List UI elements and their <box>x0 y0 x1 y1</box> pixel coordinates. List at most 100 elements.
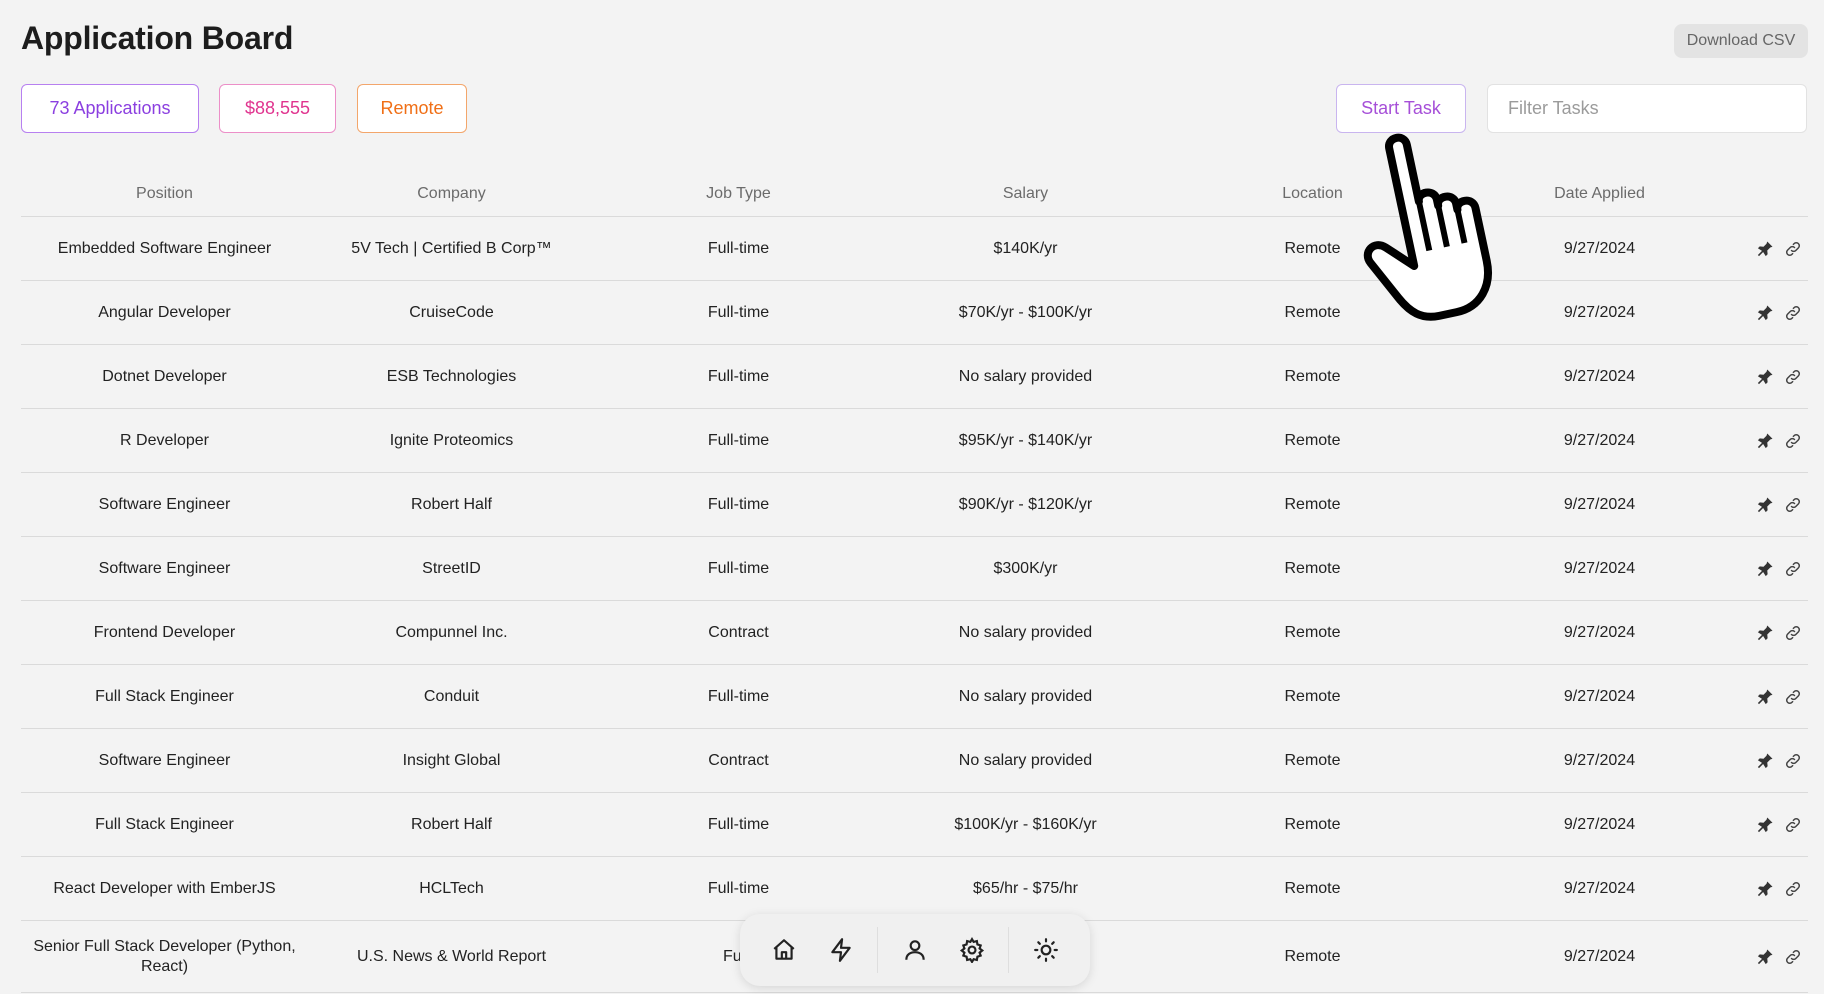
cell-job-type: Full-time <box>707 687 770 705</box>
filter-tasks-input[interactable] <box>1487 84 1807 133</box>
pin-icon[interactable] <box>1756 240 1774 258</box>
link-icon[interactable] <box>1784 240 1802 258</box>
cell-company: ESB Technologies <box>386 367 517 385</box>
location-badge[interactable]: Remote <box>357 84 467 133</box>
cell-date-applied: 9/27/2024 <box>1563 431 1636 449</box>
cell-position: Frontend Developer <box>93 623 236 641</box>
column-header-job-type[interactable]: Job Type <box>595 184 882 204</box>
applications-count-badge[interactable]: 73 Applications <box>21 84 199 133</box>
cell-date-applied: 9/27/2024 <box>1563 495 1636 513</box>
average-salary-badge[interactable]: $88,555 <box>219 84 336 133</box>
table-row[interactable]: Software Engineer Robert Half Full-time $90… <box>21 473 1808 537</box>
cell-salary: $70K/yr - $100K/yr <box>958 303 1093 321</box>
column-header-position[interactable]: Position <box>21 184 308 204</box>
cell-location: Remote <box>1284 559 1341 577</box>
cell-date-applied: 9/27/2024 <box>1563 751 1636 769</box>
link-icon[interactable] <box>1784 688 1802 706</box>
pin-icon[interactable] <box>1756 368 1774 386</box>
column-header-company[interactable]: Company <box>308 184 595 204</box>
page-title: Application Board <box>21 20 294 56</box>
cell-salary: No salary provided <box>958 687 1093 705</box>
cell-company: HCLTech <box>419 879 484 897</box>
pin-icon[interactable] <box>1756 304 1774 322</box>
column-header-salary[interactable]: Salary <box>882 184 1169 204</box>
application-board-page: Application Board Download CSV 73 Applic… <box>0 0 1824 994</box>
pin-icon[interactable] <box>1756 560 1774 578</box>
link-icon[interactable] <box>1784 880 1802 898</box>
cell-job-type: Full-time <box>707 303 770 321</box>
row-actions <box>1743 624 1808 642</box>
table-row[interactable]: Software Engineer StreetID Full-time $300K/… <box>21 537 1808 601</box>
row-actions <box>1743 688 1808 706</box>
pin-icon[interactable] <box>1756 880 1774 898</box>
cell-salary: $95K/yr - $140K/yr <box>958 431 1093 449</box>
table-row[interactable]: Dotnet Developer ESB Technologies Full-tim… <box>21 345 1808 409</box>
start-task-button[interactable]: Start Task <box>1336 84 1466 133</box>
row-actions <box>1743 432 1808 450</box>
applications-table: Position Company Job Type Salary Locatio… <box>21 171 1808 993</box>
table-row[interactable]: Angular Developer CruiseCode Full-time $70K… <box>21 281 1808 345</box>
cell-salary: $100K/yr - $160K/yr <box>954 815 1097 833</box>
table-row[interactable]: Frontend Developer Compunnel Inc. Contract… <box>21 601 1808 665</box>
cell-job-type: Full-time <box>707 815 770 833</box>
pin-icon[interactable] <box>1756 432 1774 450</box>
cell-position: Software Engineer <box>98 559 231 577</box>
column-header-location[interactable]: Location <box>1169 184 1456 204</box>
column-header-date-applied[interactable]: Date Applied <box>1456 184 1743 204</box>
table-row[interactable]: R Developer Ignite Proteomics Full-time $95… <box>21 409 1808 473</box>
cell-salary: No salary provided <box>958 623 1093 641</box>
cell-location: Remote <box>1284 239 1341 257</box>
home-icon[interactable] <box>764 930 804 970</box>
link-icon[interactable] <box>1784 304 1802 322</box>
dock-separator <box>877 927 879 973</box>
sun-icon[interactable] <box>1026 930 1066 970</box>
pin-icon[interactable] <box>1756 752 1774 770</box>
user-icon[interactable] <box>895 930 935 970</box>
row-actions <box>1743 560 1808 578</box>
row-actions <box>1743 880 1808 898</box>
cell-date-applied: 9/27/2024 <box>1563 879 1636 897</box>
table-row[interactable]: React Developer with EmberJS HCLTech Full-… <box>21 857 1808 921</box>
table-row[interactable]: Software Engineer Insight Global Contract N… <box>21 729 1808 793</box>
cell-date-applied: 9/27/2024 <box>1563 947 1636 965</box>
link-icon[interactable] <box>1784 368 1802 386</box>
cell-salary: $90K/yr - $120K/yr <box>958 495 1093 513</box>
cell-position: Embedded Software Engineer <box>57 239 272 257</box>
link-icon[interactable] <box>1784 624 1802 642</box>
pin-icon[interactable] <box>1756 496 1774 514</box>
download-csv-button[interactable]: Download CSV <box>1674 24 1808 58</box>
cell-location: Remote <box>1284 751 1341 769</box>
table-row[interactable]: Full Stack Engineer Conduit Full-time No sa… <box>21 665 1808 729</box>
pin-icon[interactable] <box>1756 948 1774 966</box>
table-body: Embedded Software Engineer 5V Tech | Cert… <box>21 217 1808 993</box>
cell-position: React Developer with EmberJS <box>53 879 276 897</box>
link-icon[interactable] <box>1784 560 1802 578</box>
link-icon[interactable] <box>1784 496 1802 514</box>
cell-salary: $65/hr - $75/hr <box>973 879 1078 897</box>
link-icon[interactable] <box>1784 752 1802 770</box>
cell-company: Ignite Proteomics <box>389 431 514 449</box>
table-row[interactable]: Full Stack Engineer Robert Half Full-time $… <box>21 793 1808 857</box>
cell-position: Full Stack Engineer <box>95 815 234 833</box>
row-actions <box>1743 240 1808 258</box>
link-icon[interactable] <box>1784 948 1802 966</box>
lightning-icon[interactable] <box>821 930 861 970</box>
cell-position: Software Engineer <box>98 495 231 513</box>
cell-job-type: Full-time <box>707 431 770 449</box>
link-icon[interactable] <box>1784 432 1802 450</box>
cell-job-type: Full-time <box>707 559 770 577</box>
pin-icon[interactable] <box>1756 688 1774 706</box>
pin-icon[interactable] <box>1756 816 1774 834</box>
cell-position: Software Engineer <box>98 751 231 769</box>
cell-position: Dotnet Developer <box>102 367 227 385</box>
cell-company: 5V Tech | Certified B Corp™ <box>351 239 552 257</box>
settings-icon[interactable] <box>952 930 992 970</box>
cell-position: Full Stack Engineer <box>95 687 234 705</box>
link-icon[interactable] <box>1784 816 1802 834</box>
pin-icon[interactable] <box>1756 624 1774 642</box>
cell-job-type: Full-time <box>707 367 770 385</box>
table-row[interactable]: Embedded Software Engineer 5V Tech | Cert… <box>21 217 1808 281</box>
cell-salary: No salary provided <box>958 367 1093 385</box>
cell-company: CruiseCode <box>409 303 494 321</box>
cell-date-applied: 9/27/2024 <box>1563 623 1636 641</box>
